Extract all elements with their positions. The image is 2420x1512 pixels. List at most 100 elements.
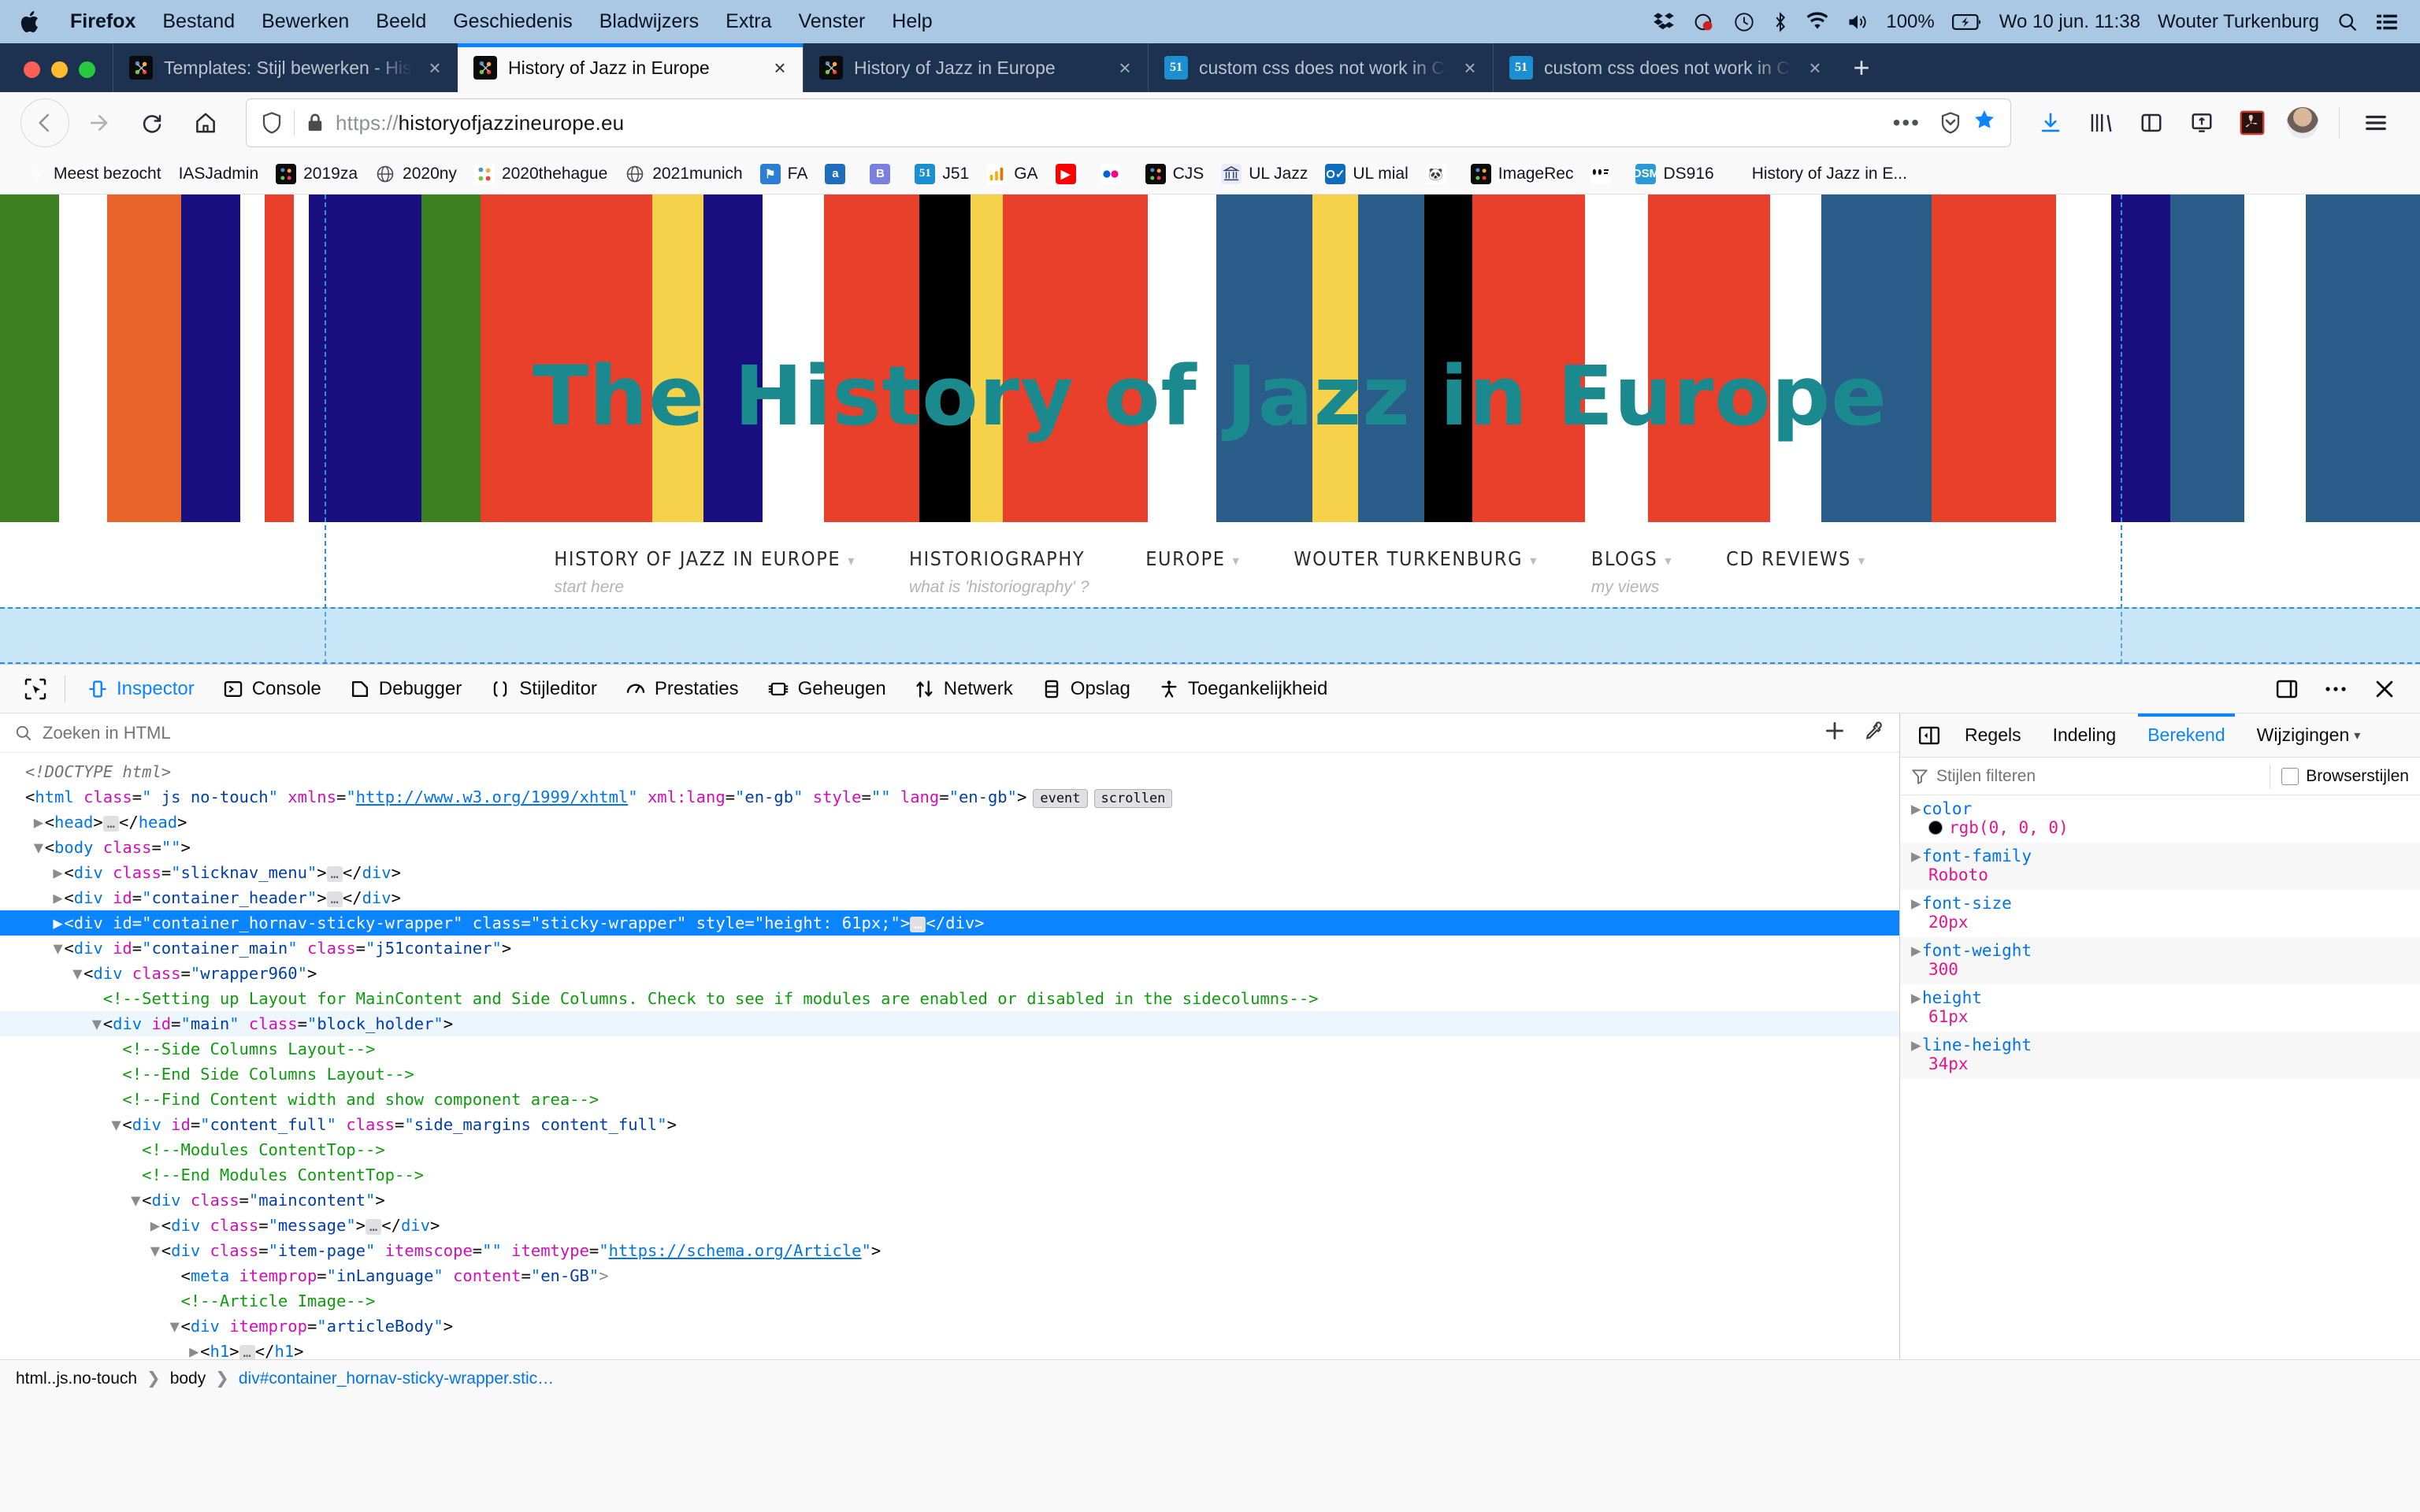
twisty-toggle[interactable]: ▼ (150, 1238, 161, 1263)
twisty-toggle[interactable] (111, 1087, 122, 1112)
twisty-toggle[interactable]: ▶ (189, 1339, 200, 1359)
browser-tab-3[interactable]: 51 custom css does not work in Ch × (1148, 43, 1493, 92)
bookmark-b[interactable]: B (861, 160, 906, 188)
markup-line[interactable]: ▼<div itemprop="articleBody"> (0, 1314, 1899, 1339)
browser-tab-0[interactable]: Templates: Stijl bewerken - Hist × (113, 43, 458, 92)
twisty-toggle[interactable]: ▶ (53, 885, 64, 910)
markup-line[interactable]: <!--Article Image--> (0, 1288, 1899, 1314)
bookmark-j51[interactable]: 51 J51 (906, 160, 978, 188)
twisty-toggle[interactable]: ▶ (53, 860, 64, 885)
adobe-acrobat-icon[interactable] (2229, 98, 2276, 147)
reload-icon[interactable] (128, 98, 176, 147)
computed-property[interactable]: ▶font-familyRoboto (1900, 843, 2420, 890)
pocket-icon[interactable] (1936, 111, 1965, 135)
computed-property[interactable]: ▶line-height34px (1900, 1032, 2420, 1079)
bookmark-2020ny[interactable]: 2020ny (366, 160, 466, 188)
twisty-toggle[interactable]: ▼ (72, 961, 84, 986)
nav-item-history-of-jazz-in-europe[interactable]: HISTORY OF JAZZ IN EUROPE▾ start here (527, 547, 882, 597)
markup-line[interactable]: <html class=" js no-touch" xmlns="http:/… (0, 784, 1899, 810)
twisty-toggle[interactable]: ▼ (53, 936, 64, 961)
bookmark-ga[interactable]: GA (978, 160, 1046, 188)
bookmark-2020thehague[interactable]: 2020thehague (466, 160, 616, 188)
close-icon[interactable]: × (423, 56, 447, 80)
twisty-toggle[interactable] (131, 1162, 142, 1188)
datetime-label[interactable]: Wo 10 jun. 11:38 (1999, 11, 2140, 33)
screenshot-icon[interactable] (2178, 98, 2225, 147)
menu-help[interactable]: Help (878, 10, 945, 33)
computed-styles-list[interactable]: ▶colorrgb(0, 0, 0)▶font-familyRoboto▶fon… (1900, 795, 2420, 1359)
markup-line[interactable]: <!--Modules ContentTop--> (0, 1137, 1899, 1162)
avatar-icon[interactable] (2279, 98, 2326, 147)
twisty-toggle[interactable]: ▼ (34, 835, 45, 860)
nav-item-blogs[interactable]: BLOGS▾ my views (1564, 547, 1699, 597)
tab-performance[interactable]: Prestaties (611, 665, 753, 713)
tab-accessibility[interactable]: Toegankelijkheid (1145, 665, 1342, 713)
apple-logo-icon[interactable] (17, 7, 44, 37)
volume-icon[interactable] (1847, 12, 1869, 32)
minimize-window-button[interactable] (51, 61, 68, 78)
dropbox-icon[interactable] (1653, 11, 1675, 33)
markup-line[interactable]: ▼<div id="content_full" class="side_marg… (0, 1112, 1899, 1137)
markup-line[interactable]: ▼<div id="main" class="block_holder"> (0, 1011, 1899, 1036)
markup-line[interactable]: <!--Side Columns Layout--> (0, 1036, 1899, 1062)
twisty-toggle[interactable]: ▼ (111, 1112, 122, 1137)
nav-item-wouter-turkenburg[interactable]: WOUTER TURKENBURG▾ (1267, 547, 1564, 578)
bookmark-flickr[interactable] (1092, 160, 1137, 188)
markup-line[interactable]: <meta itemprop="inLanguage" content="en-… (0, 1263, 1899, 1288)
nav-item-historiography[interactable]: HISTORIOGRAPHY what is 'historiography' … (882, 547, 1119, 597)
bookmark-meest-bezocht[interactable]: ✲ Meest bezocht (17, 160, 170, 188)
star-icon[interactable] (1973, 108, 1999, 138)
bookmark-imagerec[interactable]: ImageRec (1462, 160, 1583, 188)
sidebar-toggle-icon[interactable] (1910, 725, 1949, 746)
bookmark-ul-jazz[interactable]: UL Jazz (1212, 160, 1316, 188)
node-badge[interactable]: scrollen (1094, 789, 1173, 808)
tab-wijzigingen[interactable]: Wijzigingen▾ (2241, 713, 2377, 758)
markup-line[interactable]: <!--Setting up Layout for MainContent an… (0, 986, 1899, 1011)
markup-line[interactable]: <!--End Side Columns Layout--> (0, 1062, 1899, 1087)
element-picker-icon[interactable] (14, 676, 57, 702)
shield-icon[interactable] (258, 111, 286, 135)
bookmark-ul-mial[interactable]: O✓ UL mial (1316, 160, 1416, 188)
markup-line[interactable]: ▼<div class="maincontent"> (0, 1188, 1899, 1213)
browser-tab-4[interactable]: 51 custom css does not work in Ch × (1493, 43, 1838, 92)
markup-line[interactable]: ▼<div class="wrapper960"> (0, 961, 1899, 986)
sidebar-icon[interactable] (2128, 98, 2175, 147)
styles-filter-input[interactable]: Stijlen filteren (1936, 767, 2036, 786)
bookmark-iasjadmin[interactable]: IASJadmin (170, 161, 268, 187)
browser-styles-checkbox[interactable] (2281, 768, 2299, 785)
tab-style-editor[interactable]: Stijleditor (476, 665, 611, 713)
computed-property[interactable]: ▶colorrgb(0, 0, 0) (1900, 795, 2420, 843)
wifi-icon[interactable] (1806, 11, 1829, 33)
twisty-toggle[interactable] (169, 1263, 180, 1288)
twisty-toggle[interactable] (92, 986, 103, 1011)
close-icon[interactable]: × (768, 56, 792, 80)
twisty-toggle[interactable]: ▶ (34, 810, 45, 835)
breadcrumb-item-body[interactable]: body (170, 1369, 206, 1388)
url-text[interactable]: https://historyofjazzineurope.eu (336, 111, 1877, 135)
twisty-toggle[interactable] (111, 1062, 122, 1087)
tab-regels[interactable]: Regels (1949, 713, 2037, 758)
search-input[interactable]: Zoeken in HTML (43, 723, 171, 743)
markup-line[interactable]: ▼<div id="container_main" class="j51cont… (0, 936, 1899, 961)
twisty-toggle[interactable] (14, 784, 25, 810)
bookmark-a[interactable]: a (816, 160, 861, 188)
markup-line[interactable]: ▼<div class="item-page" itemscope="" ite… (0, 1238, 1899, 1263)
download-icon[interactable] (2027, 98, 2074, 147)
node-badge[interactable]: event (1033, 789, 1087, 808)
close-icon[interactable]: × (1458, 56, 1482, 80)
library-icon[interactable] (2077, 98, 2125, 147)
search-icon[interactable] (2336, 11, 2359, 33)
time-machine-icon[interactable] (1733, 11, 1755, 33)
breadcrumb-item-selected[interactable]: div#container_hornav-sticky-wrapper.stic… (239, 1369, 554, 1388)
maximize-window-button[interactable] (79, 61, 95, 78)
browser-styles-toggle[interactable]: Browserstijlen (2270, 765, 2409, 788)
twisty-toggle[interactable]: ▼ (92, 1011, 103, 1036)
menu-geschiedenis[interactable]: Geschiedenis (440, 10, 585, 33)
home-icon[interactable] (181, 98, 230, 147)
bookmark-2019za[interactable]: 2019za (267, 160, 366, 188)
browser-tab-2[interactable]: History of Jazz in Europe × (803, 43, 1148, 92)
twisty-toggle[interactable]: ▼ (169, 1314, 180, 1339)
twisty-toggle[interactable] (111, 1036, 122, 1062)
tab-network[interactable]: Netwerk (900, 665, 1027, 713)
tab-storage[interactable]: Opslag (1027, 665, 1145, 713)
